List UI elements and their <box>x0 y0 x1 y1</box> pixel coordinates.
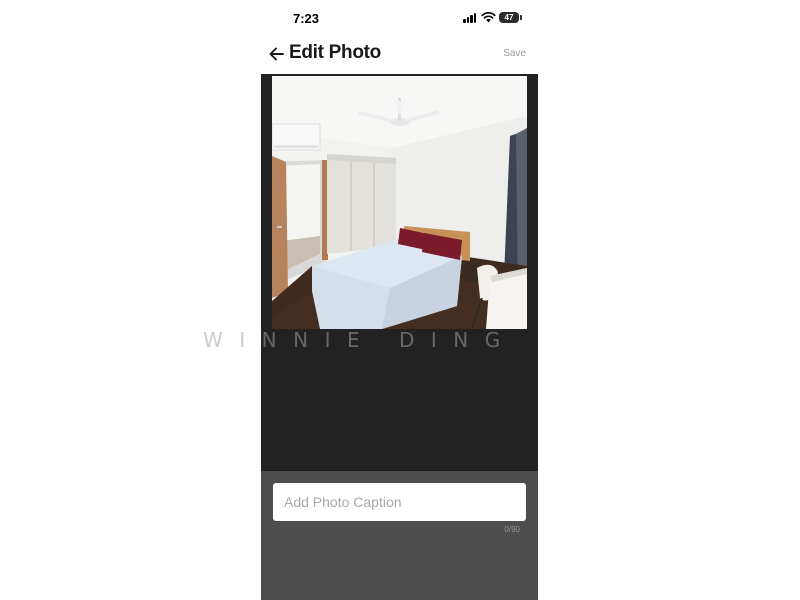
photo-editor <box>261 74 538 471</box>
battery-icon: 47 <box>499 12 522 23</box>
caption-panel: 0/90 <box>261 471 538 600</box>
save-button[interactable]: Save <box>503 48 526 59</box>
phone-screen: 7:23 47 Edit Photo Save Add Photo Captio… <box>261 0 538 600</box>
page-title: Edit Photo <box>289 42 381 63</box>
header: Edit Photo Save <box>261 36 538 74</box>
caption-character-counter: 0/90 <box>504 525 520 534</box>
arrow-left-icon[interactable] <box>267 44 287 64</box>
bedroom-photo <box>272 76 527 329</box>
photo-preview[interactable] <box>272 76 527 329</box>
photo-watermark: WINNIE DING <box>203 328 517 352</box>
wifi-icon <box>481 12 496 23</box>
status-time: 7:23 <box>293 11 320 26</box>
caption-input[interactable] <box>273 483 526 521</box>
cellular-signal-icon <box>463 13 477 23</box>
status-bar: 7:23 47 <box>261 0 538 36</box>
